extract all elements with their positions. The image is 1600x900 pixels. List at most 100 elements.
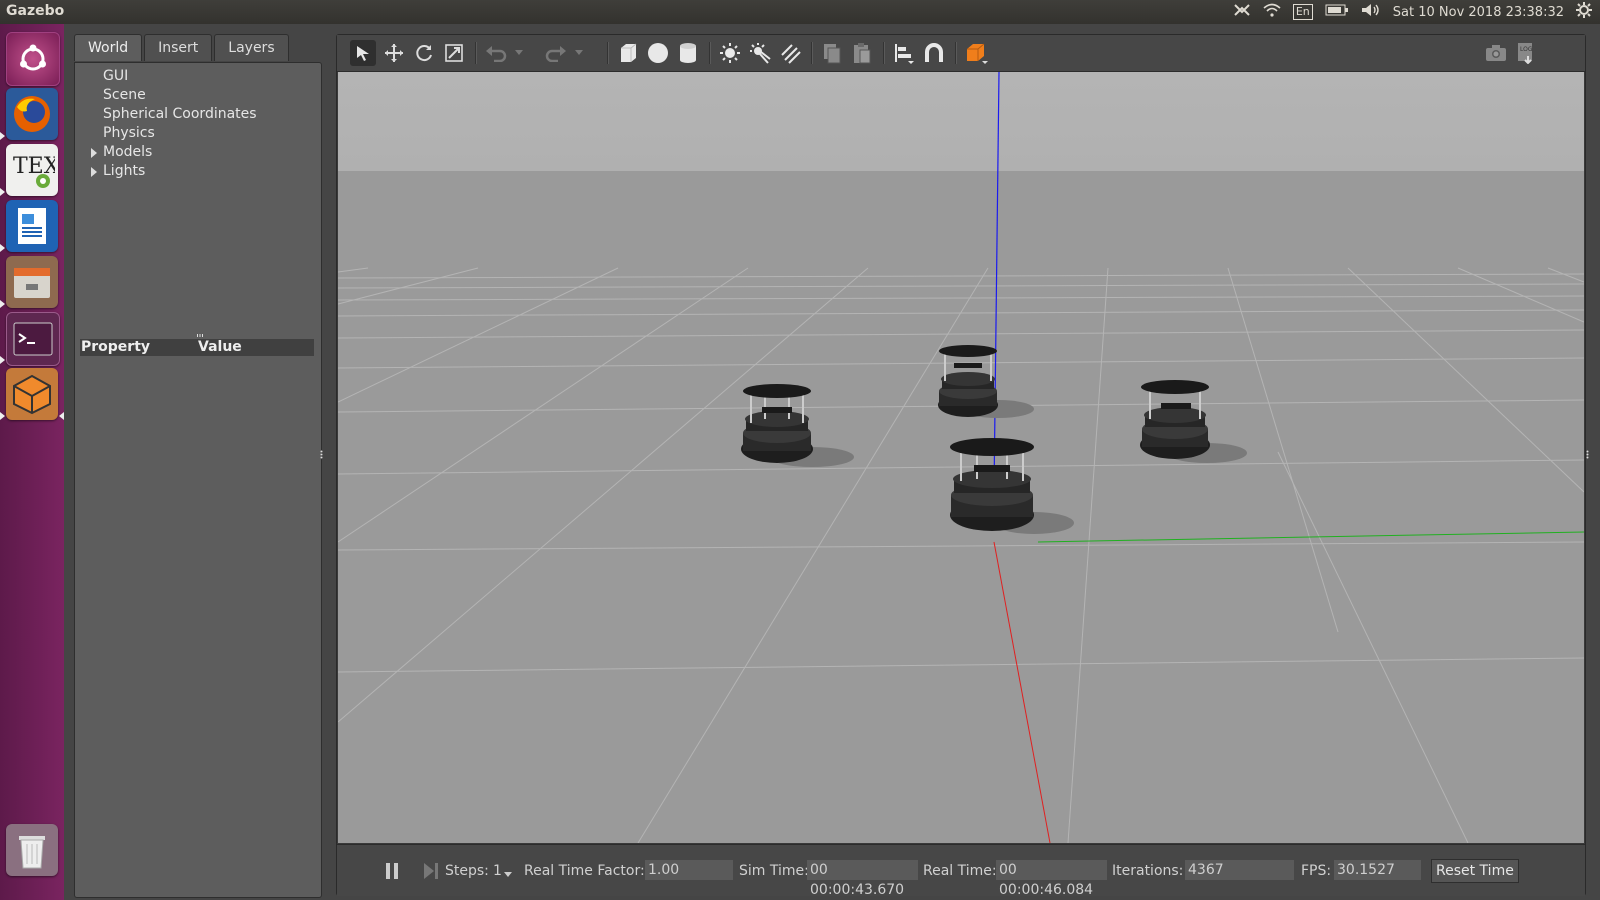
log-icon[interactable]: LOG (1513, 40, 1539, 66)
3d-viewport[interactable] (338, 72, 1584, 843)
scene-canvas (338, 72, 1584, 843)
tree-item-models[interactable]: Models (75, 143, 315, 162)
property-column-header[interactable]: Property (80, 339, 198, 356)
splitter-handle[interactable] (197, 333, 203, 337)
world-tab-content: GUI Scene Spherical Coordinates Physics … (74, 62, 322, 898)
firefox-icon[interactable] (6, 88, 58, 140)
real-time-factor-value: 1.00 (645, 860, 733, 880)
iterations-label: Iterations: (1112, 863, 1184, 879)
steps-spinbox[interactable]: 1 (493, 862, 502, 880)
ubuntu-dash-icon[interactable] (6, 32, 60, 86)
volume-icon[interactable] (1361, 3, 1381, 21)
screenshot-icon[interactable] (1483, 40, 1509, 66)
paste-icon[interactable] (849, 40, 875, 66)
files-icon[interactable] (6, 256, 58, 308)
steps-label: Steps: (445, 863, 489, 879)
toolbar-separator (811, 42, 813, 64)
reset-time-button[interactable]: Reset Time (1431, 859, 1519, 883)
undo-history-dropdown-icon[interactable] (513, 40, 525, 66)
time-panel: Steps: 1 Real Time Factor: 1.00 Sim Time… (337, 844, 1585, 898)
redo-history-dropdown-icon[interactable] (573, 40, 585, 66)
expand-arrow-icon[interactable] (91, 167, 97, 177)
fps-label: FPS: (1301, 863, 1332, 879)
system-settings-icon[interactable] (1576, 2, 1592, 22)
steps-dropdown-icon[interactable] (504, 865, 512, 883)
tree-item-label: Spherical Coordinates (103, 106, 257, 122)
tab-layers[interactable]: Layers (214, 34, 289, 61)
cylinder-icon[interactable] (675, 40, 701, 66)
property-table-header: Property Value (80, 339, 314, 356)
select-icon[interactable] (350, 40, 376, 66)
running-indicator (0, 132, 5, 140)
running-indicator (0, 244, 5, 252)
real-time-label: Real Time: (923, 863, 997, 879)
network-transfer-icon[interactable] (1233, 3, 1251, 21)
toolbar: LOG (337, 35, 1585, 72)
view-angle-icon[interactable] (963, 40, 989, 66)
align-icon[interactable] (891, 40, 917, 66)
clock[interactable]: Sat 10 Nov 2018 23:38:32 (1393, 5, 1564, 20)
translate-icon[interactable] (381, 40, 407, 66)
toolbar-separator (607, 42, 609, 64)
texstudio-icon[interactable]: TEX (6, 144, 58, 196)
tree-item-label: GUI (103, 68, 129, 84)
value-column-header[interactable]: Value (198, 339, 242, 356)
gazebo-launcher-icon[interactable] (6, 368, 58, 420)
writer-icon[interactable] (6, 200, 58, 252)
launcher: TEX (0, 24, 65, 900)
redo-icon[interactable] (543, 40, 569, 66)
real-time-value: 00 00:00:46.084 (996, 860, 1107, 898)
tree-item-label: Physics (103, 125, 155, 141)
panel-tabs: World Insert Layers (74, 34, 291, 62)
directional-light-icon[interactable] (777, 40, 803, 66)
rotate-icon[interactable] (411, 40, 437, 66)
world-tree: GUI Scene Spherical Coordinates Physics … (75, 67, 315, 181)
running-indicator (0, 412, 5, 420)
point-light-icon[interactable] (717, 40, 743, 66)
gazebo-window: World Insert Layers GUI Scene Spherical … (64, 24, 1600, 900)
indicator-area: En Sat 10 Nov 2018 23:38:32 (1233, 0, 1592, 24)
toolbar-separator (709, 42, 711, 64)
sim-time-label: Sim Time: (739, 863, 809, 879)
app-title: Gazebo (6, 3, 65, 19)
tree-item-lights[interactable]: Lights (75, 162, 315, 181)
tab-insert[interactable]: Insert (144, 34, 213, 61)
keyboard-layout-indicator[interactable]: En (1292, 4, 1313, 20)
tree-item-label: Lights (103, 163, 146, 179)
fps-value: 30.1527 (1334, 860, 1421, 880)
undo-icon[interactable] (483, 40, 509, 66)
toolbar-separator (955, 42, 957, 64)
sim-time-value: 00 00:00:43.670 (807, 860, 918, 898)
running-indicator (0, 300, 5, 308)
copy-icon[interactable] (819, 40, 845, 66)
sky (338, 72, 1584, 172)
snap-icon[interactable] (921, 40, 947, 66)
tree-item-gui[interactable]: GUI (75, 67, 315, 86)
scale-icon[interactable] (441, 40, 467, 66)
tree-item-scene[interactable]: Scene (75, 86, 315, 105)
step-icon[interactable] (423, 862, 439, 880)
scene-area: LOG Steps: 1 Real Time Factor: 1.00 Sim … (336, 34, 1586, 898)
pause-icon[interactable] (385, 862, 399, 880)
battery-icon[interactable] (1325, 4, 1349, 20)
tab-world[interactable]: World (74, 34, 143, 61)
iterations-value: 4367 (1185, 860, 1294, 880)
wifi-icon[interactable] (1263, 3, 1281, 21)
tree-item-spherical-coordinates[interactable]: Spherical Coordinates (75, 105, 315, 124)
terminal-icon[interactable] (6, 312, 60, 366)
right-panel-toggle-handle[interactable] (1586, 450, 1589, 459)
top-panel: Gazebo En Sat 10 Nov 2018 23:38:32 (0, 0, 1600, 24)
tree-item-physics[interactable]: Physics (75, 124, 315, 143)
svg-text:LOG: LOG (1520, 46, 1533, 53)
left-panel: World Insert Layers GUI Scene Spherical … (74, 34, 322, 898)
svg-text:TEX: TEX (13, 154, 55, 179)
real-time-factor-label: Real Time Factor: (524, 863, 645, 879)
sphere-icon[interactable] (645, 40, 671, 66)
spot-light-icon[interactable] (747, 40, 773, 66)
tree-item-label: Scene (103, 87, 146, 103)
box-icon[interactable] (615, 40, 641, 66)
tree-item-label: Models (103, 144, 153, 160)
trash-icon[interactable] (6, 824, 58, 876)
left-panel-toggle-handle[interactable] (320, 450, 323, 459)
expand-arrow-icon[interactable] (91, 148, 97, 158)
